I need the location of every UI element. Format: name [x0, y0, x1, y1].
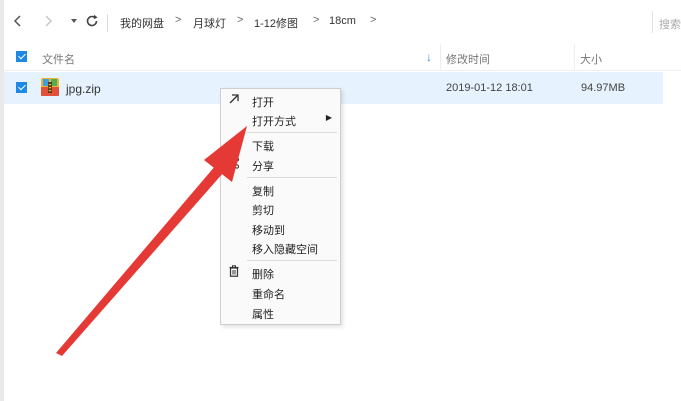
annotation-arrow-icon: [56, 126, 247, 356]
